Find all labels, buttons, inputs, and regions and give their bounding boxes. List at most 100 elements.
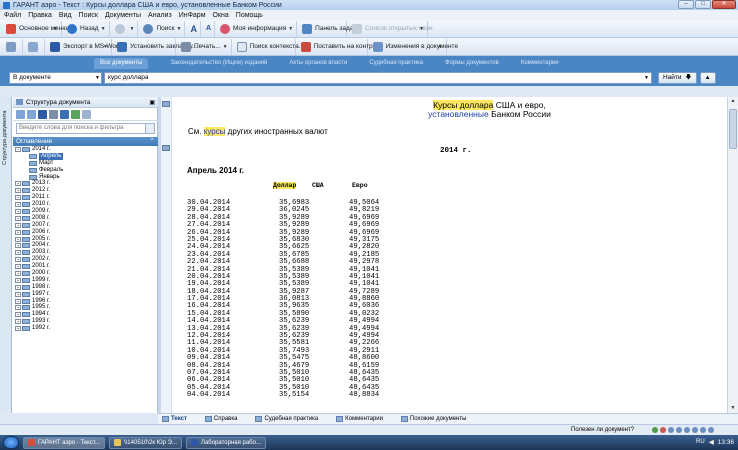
task-panel-button[interactable]: Панель задач: [299, 20, 357, 37]
paragraph-marker-icon[interactable]: [162, 101, 170, 107]
expand-icon[interactable]: +: [15, 236, 21, 242]
menu-edit[interactable]: Правка: [28, 12, 52, 19]
my-info-button[interactable]: Моя информация ▼: [217, 20, 298, 37]
toc-item[interactable]: Февраль: [15, 167, 158, 174]
expand-icon[interactable]: +: [15, 243, 21, 249]
toc-item[interactable]: Январь: [15, 174, 158, 181]
tab-legislation[interactable]: Законодательство (Ищкм) изданий: [170, 60, 267, 69]
maximize-button[interactable]: □: [695, 0, 711, 9]
find-up-button[interactable]: ▲: [699, 71, 716, 84]
toc-item[interactable]: +1998 г.: [15, 284, 158, 291]
structure-filter-input[interactable]: Введите слова для поиска и фильтра: [16, 123, 155, 134]
scroll-up-icon[interactable]: ▲: [728, 97, 738, 106]
window-titlebar[interactable]: ГАРАНТ аэро - Текст : Курсы доллара США …: [0, 0, 738, 10]
taskbar-item-garant[interactable]: ГАРАНТ аэро - Текст...: [23, 436, 105, 449]
expand-icon[interactable]: +: [15, 270, 21, 276]
leaf-icon[interactable]: [25, 167, 28, 173]
thumbs-down-icon[interactable]: [660, 427, 666, 433]
thumbs-up-icon[interactable]: [652, 427, 658, 433]
toc-item[interactable]: +1996 г.: [15, 298, 158, 305]
expand-icon[interactable]: +: [15, 202, 21, 208]
document-scrollbar[interactable]: ▲ ▼: [727, 97, 738, 413]
scroll-thumb[interactable]: [729, 109, 737, 149]
expand-icon[interactable]: [16, 109, 25, 119]
toc-item[interactable]: +2001 г.: [15, 263, 158, 270]
toc-item[interactable]: +2010 г.: [15, 201, 158, 208]
toc-item[interactable]: − 2014 г.: [15, 146, 158, 153]
toc-item[interactable]: +2003 г.: [15, 249, 158, 256]
search-input[interactable]: курс доллара ▼: [104, 71, 652, 84]
taskbar-item-folder[interactable]: \\140510\2к Юр Э...: [108, 436, 182, 449]
expand-icon[interactable]: +: [15, 284, 21, 290]
menu-windows[interactable]: Окна: [213, 12, 229, 19]
toc-item[interactable]: +2006 г.: [15, 229, 158, 236]
expand-icon[interactable]: +: [15, 312, 21, 318]
menu-view[interactable]: Вид: [59, 12, 72, 19]
tab-similar-documents[interactable]: Похожие документы: [400, 416, 466, 422]
menu-analysis[interactable]: Анализ: [148, 12, 172, 19]
expand-icon[interactable]: +: [15, 264, 21, 270]
print-button[interactable]: Печать... ▼: [178, 38, 232, 55]
expand-icon[interactable]: +: [15, 250, 21, 256]
print-icon[interactable]: [49, 109, 58, 119]
search-button[interactable]: Поиск ▼: [140, 20, 186, 37]
clock[interactable]: 13:36: [718, 439, 734, 446]
toc-item[interactable]: +1993 г.: [15, 318, 158, 325]
language-indicator[interactable]: RU: [696, 439, 705, 445]
toc-item[interactable]: +2002 г.: [15, 256, 158, 263]
doc-title-link[interactable]: установленные: [428, 109, 489, 119]
tab-text[interactable]: Текст: [162, 416, 187, 422]
toc-item[interactable]: Март: [15, 160, 158, 167]
toc-item[interactable]: +1992 г.: [15, 325, 158, 332]
settings-icon[interactable]: [71, 109, 80, 119]
back-button[interactable]: Назад ▼: [64, 20, 110, 37]
expand-icon[interactable]: +: [15, 188, 21, 194]
tab-court-practice-bottom[interactable]: Судебная практика: [255, 416, 318, 422]
toc-item[interactable]: +2005 г.: [15, 236, 158, 243]
toc-header[interactable]: Оглавление ⌃: [13, 137, 158, 146]
toc-item[interactable]: +1997 г.: [15, 291, 158, 298]
collapse-icon[interactable]: −: [15, 146, 21, 152]
font-decrease-button[interactable]: A: [203, 20, 216, 37]
expand-icon[interactable]: +: [15, 215, 21, 221]
expand-icon[interactable]: +: [15, 305, 21, 311]
toc-item[interactable]: +2013 г.: [15, 180, 158, 187]
filter-go-icon[interactable]: [145, 124, 154, 133]
toc-item[interactable]: +2009 г.: [15, 208, 158, 215]
scroll-down-icon[interactable]: ▼: [728, 404, 738, 413]
expand-icon[interactable]: +: [15, 229, 21, 235]
see-link[interactable]: курсы: [203, 127, 226, 136]
tab-court-practice[interactable]: Судебная практика: [369, 60, 423, 69]
menu-infarm[interactable]: ИнФарм: [179, 12, 206, 19]
toc-item[interactable]: +1994 г.: [15, 311, 158, 318]
toc-item[interactable]: +1995 г.: [15, 304, 158, 311]
sidebar-vertical-tab[interactable]: Структура документа: [0, 97, 12, 413]
search-scope-select[interactable]: В документе ▼: [9, 71, 102, 84]
taskbar-item-word[interactable]: Лабораторная рабо...: [186, 436, 266, 449]
tab-comments[interactable]: Комментарии: [521, 60, 559, 69]
monitor-button[interactable]: Поставить на контроль: [298, 38, 383, 55]
toc-item[interactable]: +1999 г.: [15, 277, 158, 284]
expand-icon[interactable]: +: [15, 298, 21, 304]
mail-button[interactable]: [25, 38, 45, 55]
export-word-button[interactable]: Экспорт в MS-Word ▼: [47, 38, 122, 55]
menu-documents[interactable]: Документы: [105, 12, 141, 19]
collapse-icon[interactable]: [27, 109, 36, 119]
start-button[interactable]: [3, 436, 19, 449]
menu-file[interactable]: Файл: [4, 12, 21, 19]
tab-authority-acts[interactable]: Акты органов власти: [289, 60, 347, 69]
toc-item[interactable]: +2008 г.: [15, 215, 158, 222]
forward-button[interactable]: ▼: [112, 20, 139, 37]
find-button[interactable]: Найти 🡇: [658, 71, 697, 84]
export-icon[interactable]: [60, 109, 69, 119]
toc-item[interactable]: +2000 г.: [15, 270, 158, 277]
font-increase-button[interactable]: A: [187, 20, 201, 37]
open-windows-button[interactable]: Список открытых окон ▼: [349, 20, 433, 37]
expand-icon[interactable]: +: [15, 326, 21, 332]
changes-button[interactable]: Изменения в документе ▼: [370, 38, 458, 55]
toc-item[interactable]: +2007 г.: [15, 222, 158, 229]
filter-icon[interactable]: [82, 109, 91, 119]
expand-icon[interactable]: +: [15, 222, 21, 228]
tab-comments-bottom[interactable]: Комментарии: [336, 416, 383, 422]
expand-icon[interactable]: +: [15, 208, 21, 214]
